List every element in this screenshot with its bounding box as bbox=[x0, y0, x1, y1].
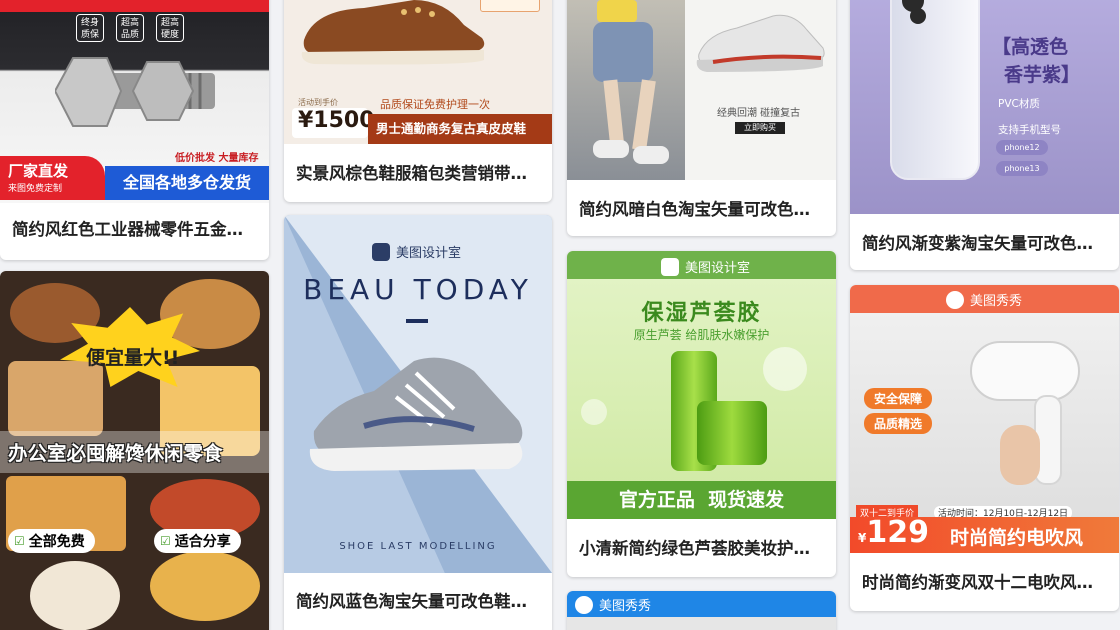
brand-badge: 美图设计室 bbox=[661, 257, 750, 276]
label-share-text: 适合分享 bbox=[174, 534, 231, 550]
template-card-phone-case[interactable]: 【高透色 香芋紫】 PVC材质 支持手机型号 phone12 phone13 简… bbox=[850, 0, 1119, 270]
brand-badge: 美图秀秀 bbox=[946, 290, 1022, 309]
template-title: 简约风红色工业器械零件五金… bbox=[12, 220, 243, 239]
price: ¥1500 bbox=[298, 108, 375, 133]
template-card-aloe-gel[interactable]: 美图设计室 保湿芦荟胶 原生芦荟 给肌肤水嫩保护 官方正品 现货速发 小清新简约… bbox=[567, 251, 836, 577]
meitu-design-logo-icon bbox=[661, 257, 679, 276]
template-card-dad-sneaker[interactable]: 经典回潮 碰撞复古 立即购买 简约风暗白色淘宝矢量可改色… bbox=[567, 0, 836, 236]
sneaker-headline: BEAU TODAY bbox=[303, 273, 533, 306]
promo-burst-text: 便宜量大!! bbox=[86, 347, 180, 369]
headline-banner: 男士通勤商务复古真皮皮鞋 bbox=[368, 114, 552, 144]
label-share: ☑ 适合分享 bbox=[154, 529, 241, 553]
case-material: PVC材质 bbox=[998, 98, 1040, 110]
template-title: 时尚简约渐变风双十二电吹风… bbox=[862, 573, 1093, 592]
template-card-blue-sneaker[interactable]: 美图设计室 BEAU TODAY SHOE LAST MODELLING 简约风… bbox=[284, 215, 552, 630]
case-headline-2: 香芋紫】 bbox=[1004, 64, 1081, 86]
check-icon: ☑ bbox=[160, 534, 171, 548]
dryer-headline: 时尚简约电吹风 bbox=[950, 527, 1084, 549]
template-thumbnail: 活动到手价 ¥1500 品质保证免费护理一次 男士通勤商务复古真皮皮鞋 bbox=[284, 0, 552, 144]
currency-symbol: ¥ bbox=[858, 531, 867, 545]
template-card-industrial[interactable]: 终身 质保 超高 品质 超高 硬度 低价批发 大量库存 厂家直发 来图免费定制 … bbox=[0, 0, 269, 260]
badge-quality: 超高 品质 bbox=[116, 14, 144, 42]
label-free: ☑ 全部免费 bbox=[8, 529, 95, 553]
tag-safety: 安全保障 bbox=[864, 388, 933, 409]
aloe-subline: 原生芦荟 给肌肤水嫩保护 bbox=[633, 328, 770, 342]
brand-name: 美图秀秀 bbox=[970, 294, 1023, 309]
template-thumbnail: 美图秀秀 安全保障 品质精选 双十二到手价 活动时间：12月10日-12月12日… bbox=[850, 285, 1119, 553]
price: ¥ 129 bbox=[858, 515, 929, 550]
meitu-design-logo-icon bbox=[372, 242, 390, 261]
bolt-image bbox=[55, 57, 215, 127]
phone-case-image bbox=[890, 0, 980, 180]
template-thumbnail: 美图设计室 保湿芦荟胶 原生芦荟 给肌肤水嫩保护 官方正品 现货速发 bbox=[567, 251, 836, 519]
template-grid: 终身 质保 超高 品质 超高 硬度 低价批发 大量库存 厂家直发 来图免费定制 … bbox=[0, 0, 1120, 630]
sneaker-footer: SHOE LAST MODELLING bbox=[339, 541, 497, 552]
case-support: 支持手机型号 bbox=[998, 124, 1061, 136]
meitu-xiuxiu-logo-icon bbox=[575, 595, 593, 614]
template-title: 小清新简约绿色芦荟胶美妆护… bbox=[579, 539, 810, 558]
factory-ribbon: 厂家直发 来图免费定制 bbox=[0, 156, 105, 200]
template-card-hair-dryer[interactable]: 美图秀秀 安全保障 品质精选 双十二到手价 活动时间：12月10日-12月12日… bbox=[850, 285, 1119, 611]
template-card-snacks[interactable]: 便宜量大!! 办公室必囤解馋休闲零食 ☑ 全部免费 ☑ 适合分享 bbox=[0, 271, 269, 630]
model-chip-1: phone12 bbox=[996, 140, 1048, 155]
badge-lifetime: 终身 质保 bbox=[76, 14, 104, 42]
template-title: 实景风棕色鞋服箱包类营销带… bbox=[296, 164, 527, 183]
template-thumbnail: 终身 质保 超高 品质 超高 硬度 低价批发 大量库存 厂家直发 来图免费定制 … bbox=[0, 0, 269, 203]
leather-shoe-image bbox=[301, 0, 485, 65]
shipping-banner: 全国各地多仓发货 bbox=[105, 166, 269, 200]
factory-title: 厂家直发 bbox=[8, 162, 69, 180]
template-thumbnail: 便宜量大!! 办公室必囤解馋休闲零食 ☑ 全部免费 ☑ 适合分享 bbox=[0, 271, 269, 630]
template-thumbnail: 美图秀秀 bbox=[567, 591, 836, 630]
price-value: 129 bbox=[866, 515, 929, 550]
template-thumbnail: 美图设计室 BEAU TODAY SHOE LAST MODELLING bbox=[284, 215, 552, 573]
label-free-text: 全部免费 bbox=[28, 534, 85, 550]
guarantee-text: 品质保证免费护理一次 bbox=[380, 98, 490, 111]
tagline: 低价批发 大量库存 bbox=[175, 153, 259, 164]
factory-subtitle: 来图免费定制 bbox=[8, 184, 63, 194]
sneaker-image bbox=[309, 357, 523, 471]
brand-name: 美图设计室 bbox=[396, 246, 462, 261]
template-thumbnail: 【高透色 香芋紫】 PVC材质 支持手机型号 phone12 phone13 bbox=[850, 0, 1119, 214]
badge-hardness: 超高 硬度 bbox=[156, 14, 184, 42]
aloe-banner: 官方正品 现货速发 bbox=[567, 481, 836, 519]
aloe-jar bbox=[697, 401, 767, 465]
template-title: 简约风暗白色淘宝矢量可改色… bbox=[579, 200, 810, 219]
template-title: 简约风蓝色淘宝矢量可改色鞋… bbox=[296, 592, 527, 611]
hair-dryer-image bbox=[970, 341, 1080, 401]
case-headline-1: 【高透色 bbox=[992, 36, 1069, 58]
dad-sneaker-image bbox=[696, 14, 825, 72]
brand-name: 美图设计室 bbox=[685, 261, 751, 276]
template-thumbnail: 经典回潮 碰撞复古 立即购买 bbox=[567, 0, 836, 180]
template-card-leather-shoes[interactable]: 活动到手价 ¥1500 品质保证免费护理一次 男士通勤商务复古真皮皮鞋 实景风棕… bbox=[284, 0, 552, 202]
template-card-partial[interactable]: 美图秀秀 bbox=[567, 591, 836, 630]
check-icon: ☑ bbox=[14, 534, 25, 548]
brand-badge: 美图设计室 bbox=[372, 242, 461, 261]
brand-name: 美图秀秀 bbox=[599, 599, 652, 614]
meitu-xiuxiu-logo-icon bbox=[946, 290, 964, 309]
buy-now-button: 立即购买 bbox=[735, 122, 785, 134]
snack-headline: 办公室必囤解馋休闲零食 bbox=[8, 442, 223, 465]
sneaker-caption: 经典回潮 碰撞复古 bbox=[717, 108, 801, 119]
template-title: 简约风渐变紫淘宝矢量可改色… bbox=[862, 234, 1093, 253]
brand-badge: 美图秀秀 bbox=[575, 595, 651, 614]
price-caption: 活动到手价 bbox=[298, 98, 338, 107]
model-chip-2: phone13 bbox=[996, 161, 1048, 176]
aloe-headline: 保湿芦荟胶 bbox=[641, 301, 762, 326]
tag-quality: 品质精选 bbox=[864, 413, 933, 434]
